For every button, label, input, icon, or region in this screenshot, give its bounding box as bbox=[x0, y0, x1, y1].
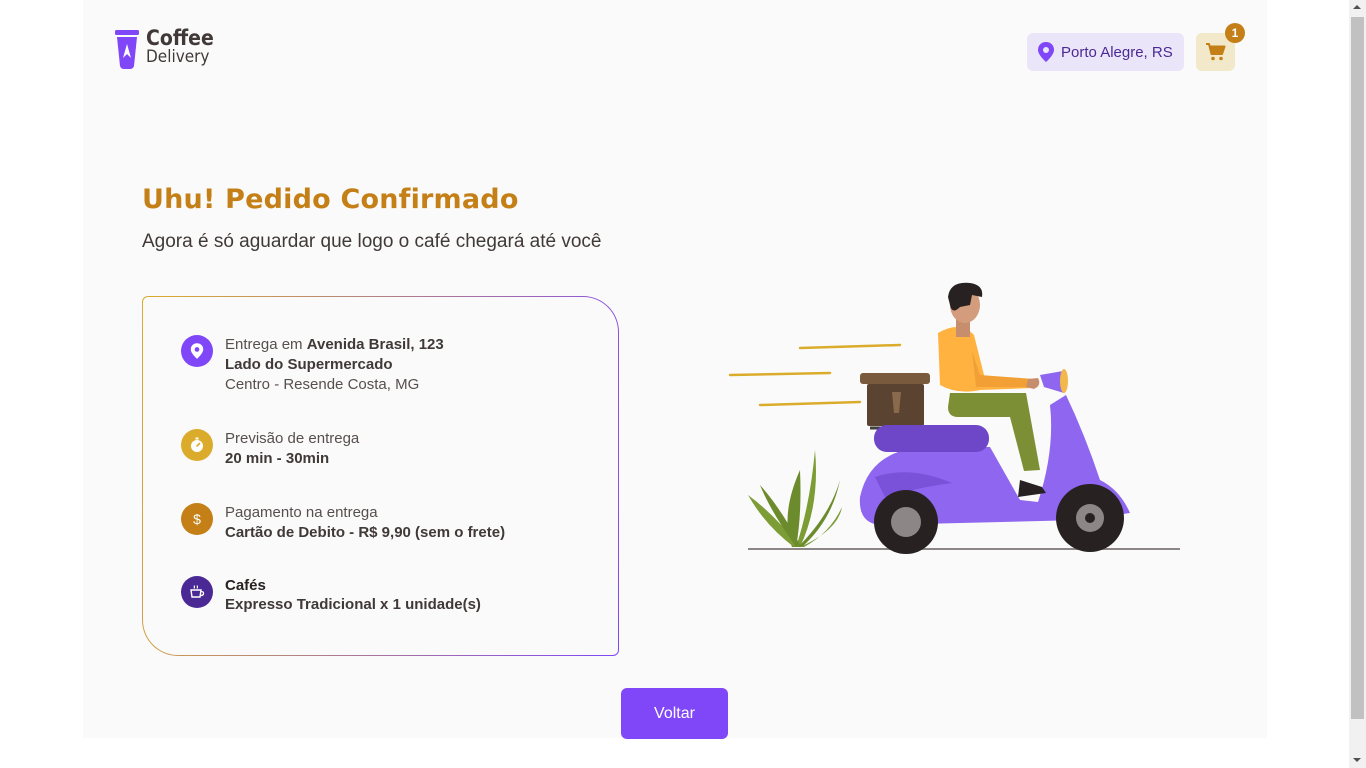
map-pin-icon bbox=[181, 335, 213, 367]
map-pin-icon bbox=[1038, 42, 1054, 62]
coffees-row: Cafés Expresso Tradicional x 1 unidade(s… bbox=[181, 576, 481, 614]
scroll-down-arrow-icon[interactable] bbox=[1353, 758, 1361, 762]
coffees-text: Cafés Expresso Tradicional x 1 unidade(s… bbox=[225, 576, 481, 614]
coffees-heading: Cafés bbox=[225, 577, 266, 594]
back-button[interactable]: Voltar bbox=[621, 688, 728, 739]
payment-label: Pagamento na entrega bbox=[225, 504, 378, 521]
location-badge[interactable]: Porto Alegre, RS bbox=[1027, 33, 1184, 71]
payment-row: $ Pagamento na entrega Cartão de Debito … bbox=[181, 503, 505, 543]
page-title: Uhu! Pedido Confirmado bbox=[142, 184, 519, 215]
timer-icon bbox=[181, 429, 213, 461]
cart-count-badge: 1 bbox=[1225, 23, 1245, 43]
location-label: Porto Alegre, RS bbox=[1061, 43, 1173, 61]
delivery-address-row: Entrega em Avenida Brasil, 123 Lado do S… bbox=[181, 335, 444, 395]
logo-wordmark: Coffee Delivery bbox=[146, 26, 214, 67]
payment-method: Cartão de Debito - R$ 9,90 (sem o frete) bbox=[225, 524, 506, 541]
logo-line-1: Coffee bbox=[146, 26, 214, 50]
delivery-forecast-text: Previsão de entrega 20 min - 30min bbox=[225, 429, 359, 469]
forecast-time: 20 min - 30min bbox=[225, 450, 330, 467]
forecast-label: Previsão de entrega bbox=[225, 430, 360, 447]
page-subtitle: Agora é só aguardar que logo o café cheg… bbox=[142, 231, 602, 252]
coffees-items: Expresso Tradicional x 1 unidade(s) bbox=[225, 596, 481, 613]
scrollbar-thumb[interactable] bbox=[1351, 17, 1364, 719]
currency-dollar-icon: $ bbox=[181, 503, 213, 535]
delivery-prefix: Entrega em bbox=[225, 336, 303, 353]
delivery-district-city: Centro - Resende Costa, MG bbox=[225, 376, 420, 393]
delivery-street: Avenida Brasil, 123 bbox=[306, 336, 444, 353]
delivery-forecast-row: Previsão de entrega 20 min - 30min bbox=[181, 429, 359, 469]
delivery-scooter-illustration bbox=[728, 282, 1180, 554]
coffee-cup-icon bbox=[181, 576, 213, 608]
payment-text: Pagamento na entrega Cartão de Debito - … bbox=[225, 503, 505, 543]
delivery-complement: Lado do Supermercado bbox=[225, 356, 393, 373]
delivery-address-text: Entrega em Avenida Brasil, 123 Lado do S… bbox=[225, 335, 444, 395]
logo-line-2: Delivery bbox=[146, 47, 210, 67]
coffee-delivery-logo[interactable]: Coffee Delivery bbox=[115, 28, 215, 72]
shopping-cart-icon bbox=[1205, 43, 1225, 61]
vertical-scrollbar[interactable] bbox=[1349, 0, 1366, 768]
svg-text:$: $ bbox=[193, 511, 201, 527]
scroll-up-arrow-icon[interactable] bbox=[1353, 5, 1361, 9]
coffee-cup-logo-icon bbox=[115, 30, 139, 69]
order-details-card: Entrega em Avenida Brasil, 123 Lado do S… bbox=[142, 296, 619, 656]
